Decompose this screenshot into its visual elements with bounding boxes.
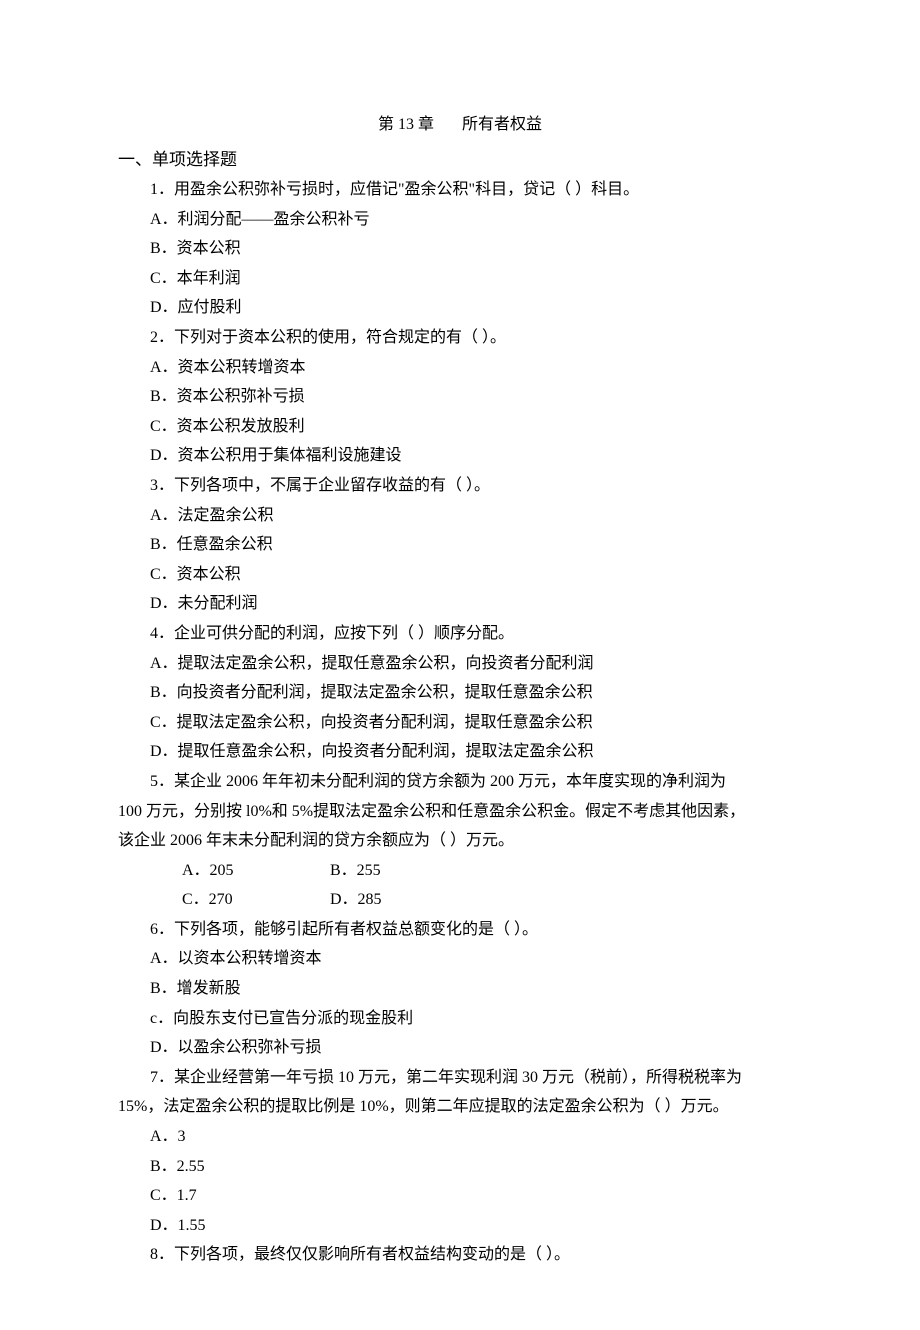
question-5-option-c: C．270 [150, 885, 326, 915]
question-2-option-c: C．资本公积发放股利 [118, 412, 802, 442]
question-2-option-d: D．资本公积用于集体福利设施建设 [118, 441, 802, 471]
question-2-option-b: B．资本公积弥补亏损 [118, 382, 802, 412]
question-2-stem: 2．下列对于资本公积的使用，符合规定的有（ ）。 [118, 323, 802, 353]
question-4-option-c: C．提取法定盈余公积，向投资者分配利润，提取任意盈余公积 [118, 708, 802, 738]
chapter-label: 第 13 章 [378, 116, 434, 133]
question-1-stem: 1．用盈余公积弥补亏损时，应借记"盈余公积"科目，贷记（ ）科目。 [118, 175, 802, 205]
question-7-option-a: A．3 [118, 1122, 802, 1152]
question-4-option-d: D．提取任意盈余公积，向投资者分配利润，提取法定盈余公积 [118, 737, 802, 767]
question-5-stem-line3: 该企业 2006 年末未分配利润的贷方余额应为（ ）万元。 [118, 826, 802, 856]
question-6-option-a: A．以资本公积转增资本 [118, 944, 802, 974]
question-5-row-ab: A．205 B．255 [118, 856, 802, 886]
question-4-option-b: B．向投资者分配利润，提取法定盈余公积，提取任意盈余公积 [118, 678, 802, 708]
question-4-option-a: A．提取法定盈余公积，提取任意盈余公积，向投资者分配利润 [118, 649, 802, 679]
question-1-option-c: C．本年利润 [118, 264, 802, 294]
question-5-row-cd: C．270 D．285 [118, 885, 802, 915]
question-5-option-a: A．205 [150, 856, 326, 886]
chapter-title: 第 13 章 所有者权益 [118, 110, 802, 140]
question-8-stem: 8．下列各项，最终仅仅影响所有者权益结构变动的是（ ）。 [118, 1240, 802, 1270]
question-1-option-d: D．应付股利 [118, 293, 802, 323]
question-7-option-c: C．1.7 [118, 1181, 802, 1211]
chapter-name: 所有者权益 [462, 116, 542, 133]
question-3-option-a: A．法定盈余公积 [118, 501, 802, 531]
section-header: 一、单项选择题 [118, 144, 802, 175]
question-7-stem-line2: 15%，法定盈余公积的提取比例是 10%，则第二年应提取的法定盈余公积为（ ）万… [118, 1092, 802, 1122]
question-1-option-b: B．资本公积 [118, 234, 802, 264]
question-5-option-d: D．285 [330, 891, 382, 908]
question-3-stem: 3．下列各项中，不属于企业留存收益的有（ ）。 [118, 471, 802, 501]
question-6-option-b: B．增发新股 [118, 974, 802, 1004]
question-3-option-c: C．资本公积 [118, 560, 802, 590]
question-1-option-a: A．利润分配——盈余公积补亏 [118, 205, 802, 235]
document-page: 第 13 章 所有者权益 一、单项选择题 1．用盈余公积弥补亏损时，应借记"盈余… [0, 0, 920, 1330]
question-4-stem: 4．企业可供分配的利润，应按下列（ ）顺序分配。 [118, 619, 802, 649]
question-5-stem-line1: 5．某企业 2006 年年初未分配利润的贷方余额为 200 万元，本年度实现的净… [118, 767, 802, 797]
question-7-stem-line1: 7．某企业经营第一年亏损 10 万元，第二年实现利润 30 万元（税前），所得税… [118, 1063, 802, 1093]
question-2-option-a: A．资本公积转增资本 [118, 353, 802, 383]
question-7-option-d: D．1.55 [118, 1211, 802, 1241]
question-6-option-c: c．向股东支付已宣告分派的现金股利 [118, 1004, 802, 1034]
question-6-stem: 6．下列各项，能够引起所有者权益总额变化的是（ ）。 [118, 915, 802, 945]
question-5-option-b: B．255 [330, 862, 381, 879]
question-7-option-b: B．2.55 [118, 1152, 802, 1182]
question-3-option-b: B．任意盈余公积 [118, 530, 802, 560]
question-3-option-d: D．未分配利润 [118, 589, 802, 619]
question-5-stem-line2: 100 万元，分别按 l0%和 5%提取法定盈余公积和任意盈余公积金。假定不考虑… [118, 797, 802, 827]
question-6-option-d: D．以盈余公积弥补亏损 [118, 1033, 802, 1063]
